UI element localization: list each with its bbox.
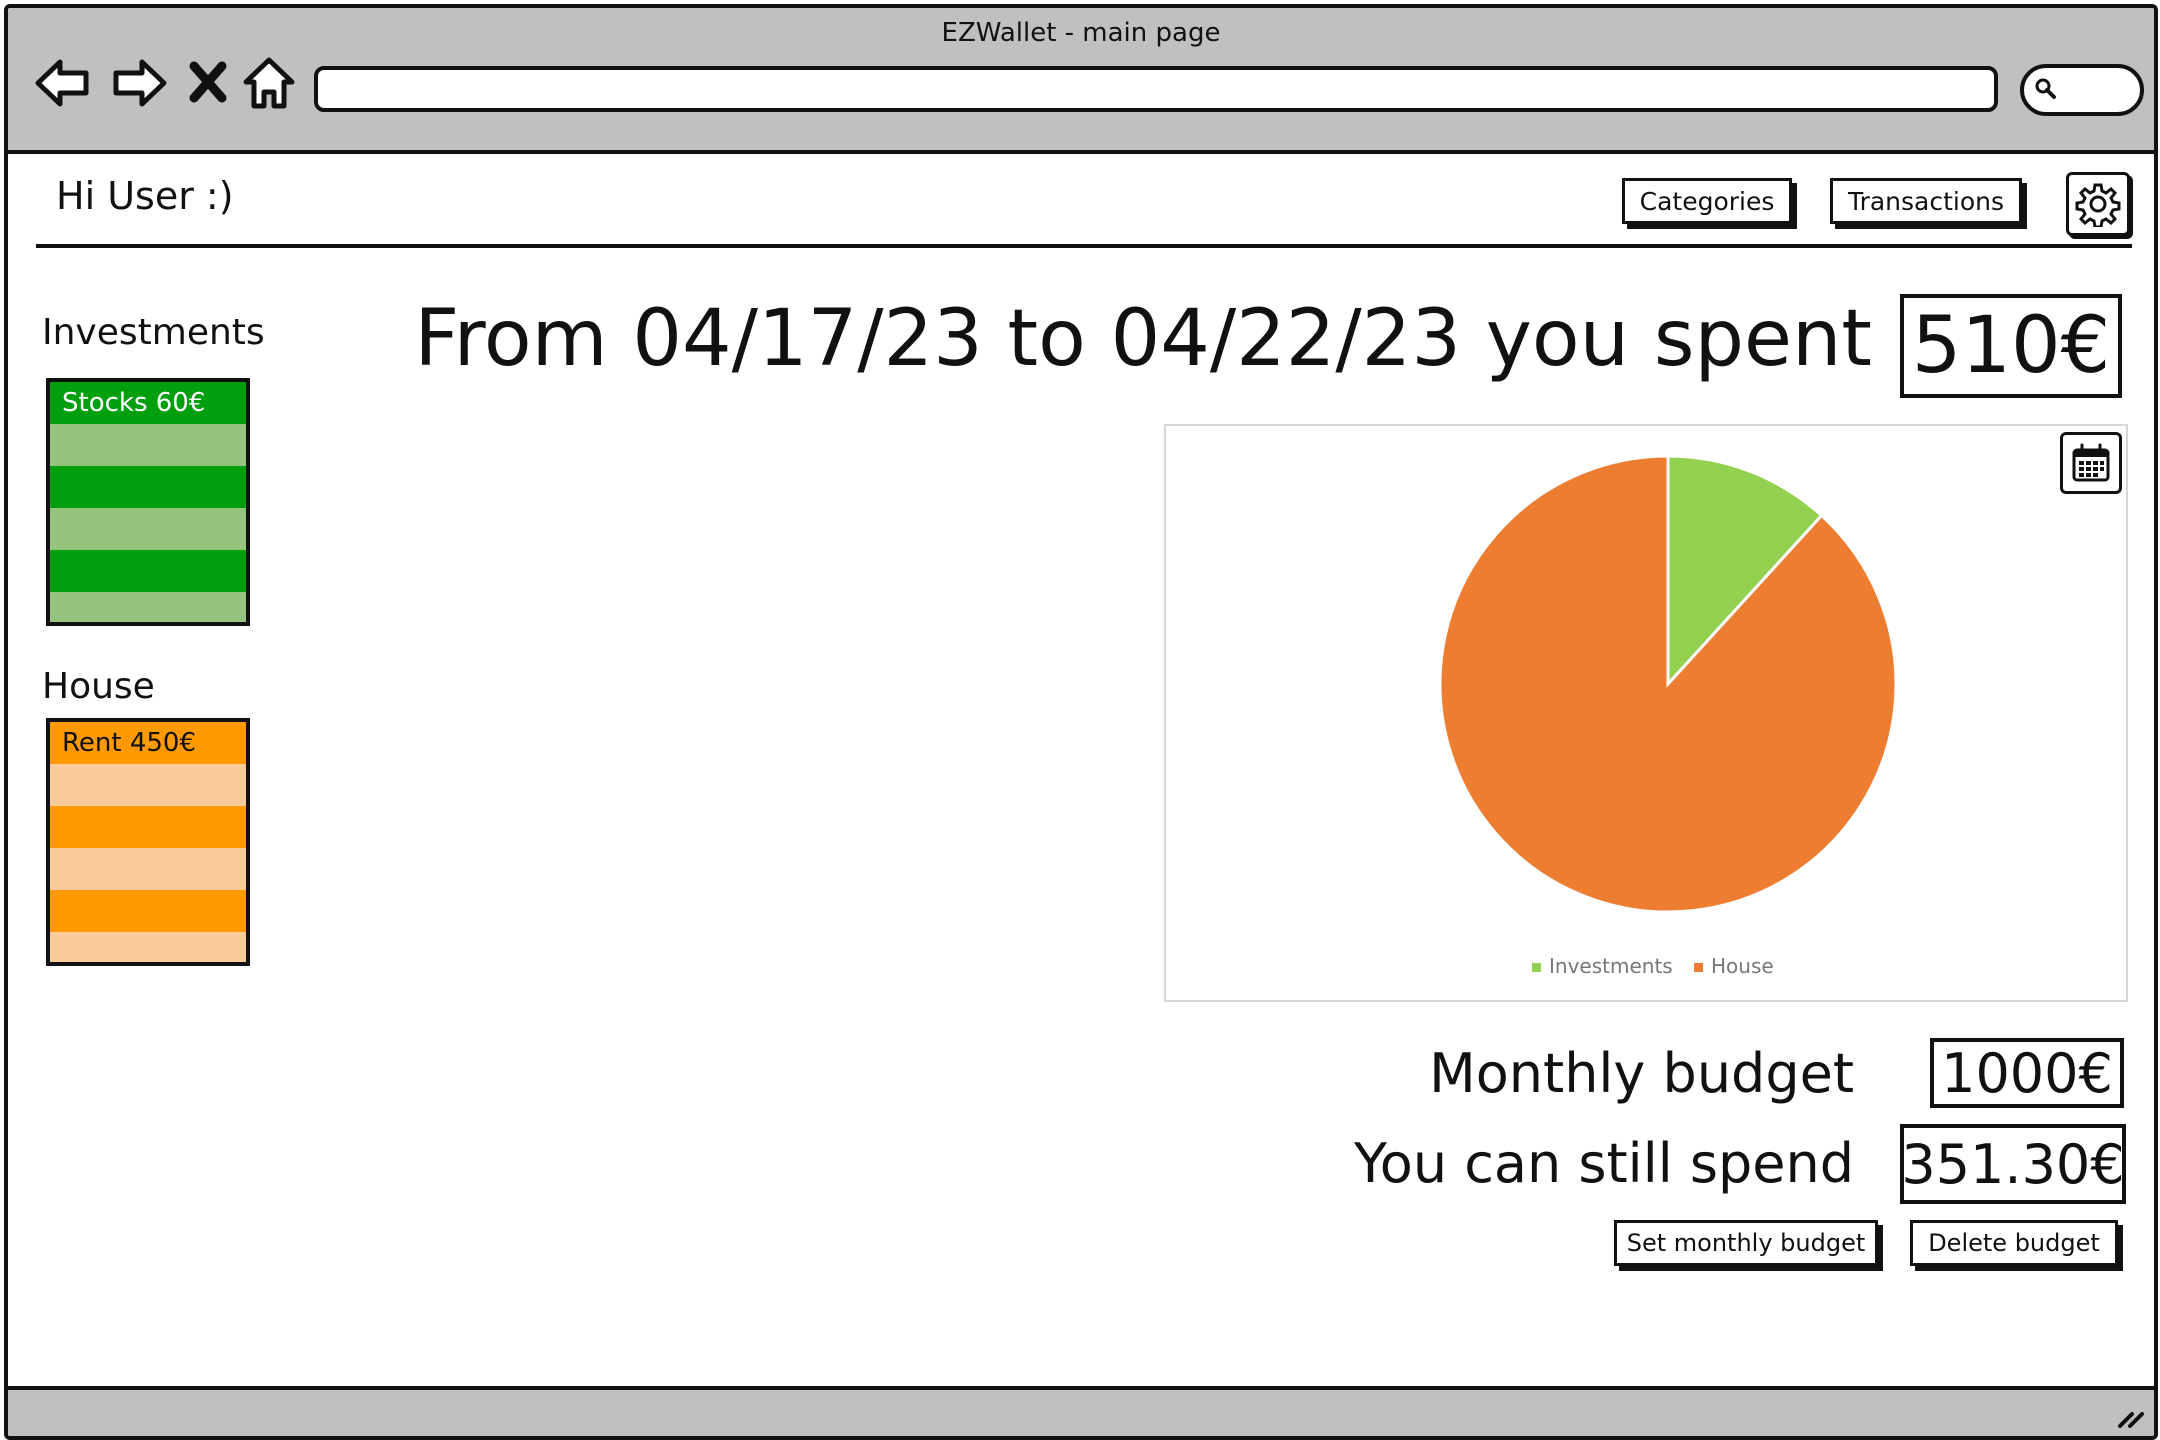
home-icon[interactable] bbox=[238, 52, 300, 114]
legend-swatch bbox=[1694, 963, 1703, 972]
back-arrow-icon[interactable] bbox=[32, 52, 94, 114]
list-item-label: Rent 450€ bbox=[62, 728, 196, 758]
legend-label: Investments bbox=[1549, 954, 1673, 978]
list-item[interactable]: Rent 450€ bbox=[50, 722, 246, 764]
window-title: EZWallet - main page bbox=[941, 18, 1221, 48]
greeting-text: Hi User :) bbox=[56, 174, 234, 218]
legend-item-house: House bbox=[1694, 954, 1774, 978]
search-box[interactable] bbox=[2020, 64, 2144, 116]
empty-row bbox=[50, 890, 246, 932]
legend-item-investments: Investments bbox=[1532, 954, 1673, 978]
chart-panel bbox=[1164, 424, 2128, 1002]
monthly-budget-label: Monthly budget bbox=[1429, 1042, 1854, 1105]
transactions-button[interactable]: Transactions bbox=[1830, 178, 2022, 224]
status-bar bbox=[8, 1386, 2154, 1436]
empty-row bbox=[50, 806, 246, 848]
gear-icon bbox=[2075, 183, 2121, 227]
browser-window: EZWallet - main page Hi User :) Categori… bbox=[4, 4, 2158, 1440]
legend-swatch bbox=[1532, 963, 1541, 972]
empty-row bbox=[50, 592, 246, 622]
category-list-investments: Stocks 60€ bbox=[46, 378, 250, 626]
list-item-label: Stocks 60€ bbox=[62, 388, 206, 418]
empty-row bbox=[50, 932, 246, 962]
category-title-house: House bbox=[42, 666, 155, 707]
empty-row bbox=[50, 550, 246, 592]
empty-row bbox=[50, 764, 246, 806]
empty-row bbox=[50, 424, 246, 466]
pie-slice-house bbox=[1438, 454, 1898, 914]
list-item[interactable]: Stocks 60€ bbox=[50, 382, 246, 424]
category-list-house: Rent 450€ bbox=[46, 718, 250, 966]
calendar-button[interactable] bbox=[2060, 432, 2122, 494]
header-divider bbox=[36, 244, 2132, 248]
forward-arrow-icon[interactable] bbox=[108, 52, 170, 114]
monthly-budget-value: 1000€ bbox=[1930, 1038, 2124, 1108]
calendar-icon bbox=[2072, 443, 2110, 482]
title-bar: EZWallet - main page bbox=[8, 8, 2154, 154]
period-summary-text: From 04/17/23 to 04/22/23 you spent bbox=[414, 294, 1872, 384]
legend-label: House bbox=[1711, 954, 1774, 978]
set-monthly-budget-button[interactable]: Set monthly budget bbox=[1614, 1220, 1878, 1266]
empty-row bbox=[50, 466, 246, 508]
total-spent-value: 510€ bbox=[1900, 294, 2122, 398]
categories-button[interactable]: Categories bbox=[1622, 178, 1792, 224]
close-x-icon[interactable] bbox=[180, 52, 242, 114]
empty-row bbox=[50, 508, 246, 550]
empty-row bbox=[50, 848, 246, 890]
settings-button[interactable] bbox=[2066, 172, 2130, 236]
address-bar[interactable] bbox=[314, 66, 1998, 112]
search-icon bbox=[2035, 78, 2056, 99]
remaining-value: 351.30€ bbox=[1900, 1124, 2126, 1204]
delete-budget-button[interactable]: Delete budget bbox=[1910, 1220, 2118, 1266]
remaining-label: You can still spend bbox=[1353, 1132, 1854, 1195]
pie-chart bbox=[1438, 454, 1898, 914]
category-title-investments: Investments bbox=[42, 312, 265, 353]
resize-grip-icon[interactable] bbox=[2114, 1406, 2146, 1430]
